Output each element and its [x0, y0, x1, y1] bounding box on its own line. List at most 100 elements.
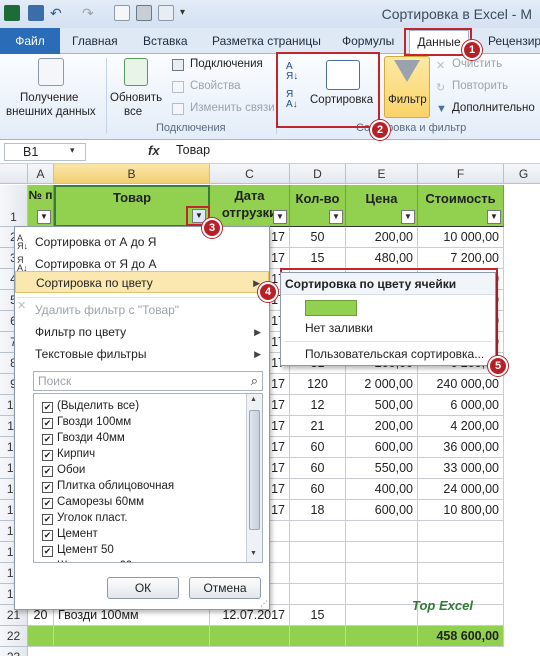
- new-document-icon[interactable]: [114, 5, 130, 21]
- header-price[interactable]: Цена ▼: [346, 185, 418, 227]
- cell-d[interactable]: 12: [290, 395, 346, 416]
- checkbox-checked-icon[interactable]: ✔: [42, 498, 53, 509]
- select-all-corner[interactable]: [0, 164, 28, 184]
- cell-e[interactable]: 480,00: [346, 248, 418, 269]
- header-quantity[interactable]: Кол-во ▼: [290, 185, 346, 227]
- cell-d[interactable]: 50: [290, 227, 346, 248]
- name-box-dropdown-icon[interactable]: ▾: [70, 145, 75, 156]
- cell-e[interactable]: 600,00: [346, 500, 418, 521]
- checkbox-checked-icon[interactable]: ✔: [42, 434, 53, 445]
- column-header-e[interactable]: E: [346, 164, 418, 184]
- checkbox-checked-icon[interactable]: ✔: [42, 546, 53, 557]
- filter-dropdown-button-a[interactable]: ▼: [37, 210, 51, 224]
- filter-dropdown-button-c[interactable]: ▼: [273, 210, 287, 224]
- green-color-swatch[interactable]: [305, 300, 357, 316]
- filter-dropdown-button-d[interactable]: ▼: [329, 210, 343, 224]
- cell-f[interactable]: 24 000,00: [418, 479, 504, 500]
- filter-value-item[interactable]: ✔ Цемент: [42, 526, 98, 543]
- column-header-c[interactable]: C: [210, 164, 290, 184]
- filter-value-item[interactable]: ✔ Цемент 50: [42, 542, 114, 559]
- cell-e[interactable]: [346, 542, 418, 563]
- cell-a22[interactable]: [28, 626, 54, 647]
- vertical-scrollbar[interactable]: ▲ ▼: [246, 394, 262, 562]
- cell-e[interactable]: 200,00: [346, 227, 418, 248]
- filter-value-item[interactable]: ✔ Уголок пласт.: [42, 510, 128, 527]
- cell-d[interactable]: 15: [290, 248, 346, 269]
- cell-d[interactable]: [290, 584, 346, 605]
- checkbox-checked-icon[interactable]: ✔: [42, 562, 53, 563]
- refresh-all-label-1[interactable]: Обновить: [110, 92, 162, 104]
- cell-f[interactable]: [418, 563, 504, 584]
- undo-icon[interactable]: ↶: [50, 5, 66, 21]
- filter-value-item[interactable]: ✔ Кирпич: [42, 446, 95, 463]
- filter-dropdown-button-f[interactable]: ▼: [487, 210, 501, 224]
- resize-grip-icon[interactable]: ⋰: [260, 599, 268, 608]
- filter-value-item[interactable]: ✔ Обои: [42, 462, 85, 479]
- tab-home[interactable]: Главная: [72, 32, 118, 50]
- refresh-all-label-2[interactable]: все: [124, 106, 142, 118]
- header-number[interactable]: № п ▼: [28, 185, 54, 227]
- tab-page-layout[interactable]: Разметка страницы: [212, 32, 321, 50]
- cell-e[interactable]: [346, 584, 418, 605]
- filter-value-item[interactable]: ✔ Шпаклевка 60: [42, 558, 132, 563]
- filter-value-item[interactable]: ✔ Гвозди 100мм: [42, 414, 131, 431]
- cell-d[interactable]: 120: [290, 374, 346, 395]
- print-icon[interactable]: [136, 5, 152, 21]
- checkbox-checked-icon[interactable]: ✔: [42, 466, 53, 477]
- row-header-1[interactable]: 1: [0, 185, 28, 227]
- header-ship-date[interactable]: Дата отгрузки ▼: [210, 185, 290, 227]
- get-external-data-label-1[interactable]: Получение: [20, 92, 78, 104]
- cell-e[interactable]: 600,00: [346, 437, 418, 458]
- external-data-icon[interactable]: [38, 58, 64, 86]
- cell-b22[interactable]: [54, 626, 210, 647]
- menu-filter-by-color[interactable]: Фильтр по цвету ▶: [15, 321, 269, 343]
- insert-function-icon[interactable]: fx: [148, 143, 160, 158]
- redo-icon[interactable]: ↷: [82, 5, 98, 21]
- column-header-g[interactable]: G: [504, 164, 540, 184]
- cell-d[interactable]: [290, 563, 346, 584]
- filter-value-item[interactable]: ✔ (Выделить все): [42, 398, 139, 415]
- no-fill-option[interactable]: Нет заливки: [305, 321, 373, 335]
- checkbox-checked-icon[interactable]: ✔: [42, 402, 53, 413]
- cell-f22-total[interactable]: 458 600,00: [418, 626, 504, 647]
- cell-f[interactable]: 10 800,00: [418, 500, 504, 521]
- cell-c22[interactable]: [210, 626, 290, 647]
- checkbox-checked-icon[interactable]: ✔: [42, 514, 53, 525]
- cell-f[interactable]: 240 000,00: [418, 374, 504, 395]
- cell-f[interactable]: 4 200,00: [418, 416, 504, 437]
- cell-f[interactable]: 10 000,00: [418, 227, 504, 248]
- column-header-f[interactable]: F: [418, 164, 504, 184]
- get-external-data-label-2[interactable]: внешних данных: [6, 106, 96, 118]
- checkbox-checked-icon[interactable]: ✔: [42, 418, 53, 429]
- filter-funnel-icon[interactable]: [394, 60, 420, 82]
- filter-dropdown-button-e[interactable]: ▼: [401, 210, 415, 224]
- column-header-d[interactable]: D: [290, 164, 346, 184]
- column-header-b[interactable]: B: [54, 164, 210, 184]
- cell-e[interactable]: [346, 563, 418, 584]
- cell-e[interactable]: 500,00: [346, 395, 418, 416]
- save-icon[interactable]: [28, 5, 44, 21]
- cell-f[interactable]: [418, 542, 504, 563]
- scrollbar-thumb[interactable]: [249, 410, 260, 530]
- checkbox-checked-icon[interactable]: ✔: [42, 482, 53, 493]
- connections-button[interactable]: Подключения: [190, 58, 263, 70]
- edit-links-button[interactable]: Изменить связи: [190, 102, 275, 114]
- menu-remove-filter[interactable]: ✕ Удалить фильтр с "Товар": [15, 299, 269, 321]
- scroll-up-icon[interactable]: ▲: [250, 396, 257, 403]
- tab-review[interactable]: Рецензир: [488, 32, 540, 50]
- refresh-all-icon[interactable]: [124, 58, 148, 86]
- filter-value-item[interactable]: ✔ Гвозди 40мм: [42, 430, 125, 447]
- cell-d[interactable]: 60: [290, 479, 346, 500]
- cell-e[interactable]: 400,00: [346, 479, 418, 500]
- advanced-button[interactable]: Дополнительно: [452, 102, 535, 114]
- properties-button[interactable]: Свойства: [190, 80, 241, 92]
- tab-insert[interactable]: Вставка: [143, 32, 188, 50]
- cell-d[interactable]: [290, 542, 346, 563]
- cell-d22[interactable]: [290, 626, 346, 647]
- tab-file[interactable]: Файл: [0, 28, 60, 54]
- ok-button[interactable]: ОК: [107, 577, 179, 599]
- filter-search-input[interactable]: Поиск ⌕: [33, 371, 263, 391]
- checkbox-checked-icon[interactable]: ✔: [42, 450, 53, 461]
- filter-button[interactable]: Фильтр: [388, 94, 427, 106]
- cell-e[interactable]: 2 000,00: [346, 374, 418, 395]
